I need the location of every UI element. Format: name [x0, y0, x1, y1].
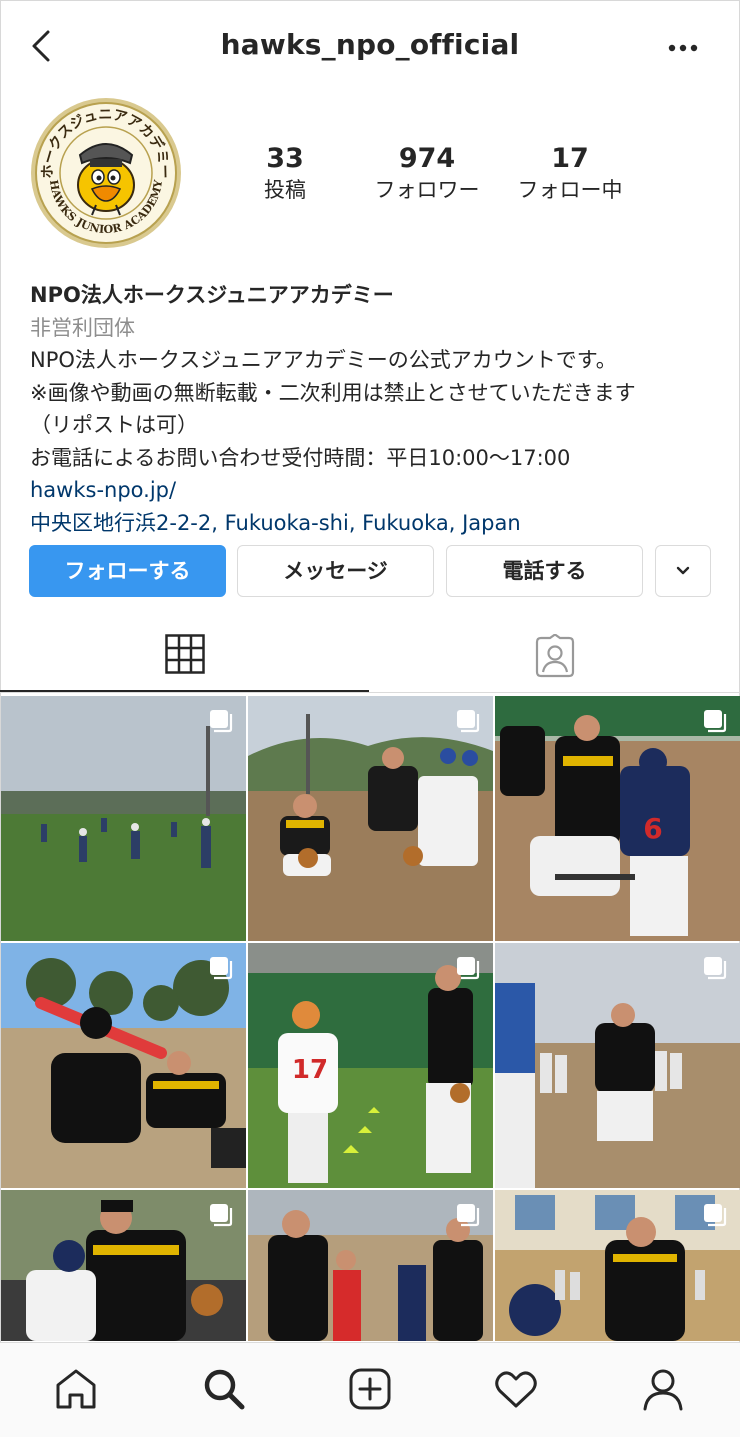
- multiple-photos-icon: [704, 710, 727, 733]
- search-icon[interactable]: [200, 1365, 248, 1413]
- tab-divider: [0, 692, 740, 693]
- address-link[interactable]: 中央区地行浜2-2-2, Fukuoka-shi, Fukuoka, Japan: [30, 507, 720, 540]
- stat-value: 974: [398, 143, 456, 174]
- tab-tagged[interactable]: [370, 612, 740, 692]
- tagged-person-icon: [535, 634, 575, 678]
- stat-label: 投稿: [264, 178, 306, 202]
- profile-username: hawks_npo_official: [220, 28, 520, 61]
- multiple-photos-icon: [210, 957, 233, 980]
- more-options-icon[interactable]: [664, 36, 704, 60]
- home-icon[interactable]: [52, 1365, 100, 1413]
- post-thumbnail[interactable]: [495, 943, 740, 1188]
- grid-icon: [164, 634, 205, 674]
- jersey-number: 6: [643, 812, 662, 845]
- post-thumbnail[interactable]: [1, 1190, 246, 1341]
- stat-posts[interactable]: 33 投稿: [220, 143, 350, 205]
- post-thumbnail[interactable]: [248, 696, 493, 941]
- chevron-down-icon: [676, 566, 690, 575]
- multiple-photos-icon: [210, 710, 233, 733]
- multiple-photos-icon: [704, 1204, 727, 1227]
- call-button[interactable]: 電話する: [446, 545, 643, 597]
- stat-value: 33: [266, 143, 304, 174]
- website-link[interactable]: hawks-npo.jp/: [30, 474, 720, 507]
- post-thumbnail[interactable]: [248, 1190, 493, 1341]
- profile-bio: NPO法人ホークスジュニアアカデミー 非営利団体 NPO法人ホークスジュニアアカ…: [30, 279, 720, 539]
- post-thumbnail[interactable]: [1, 943, 246, 1188]
- bottom-navigation: [0, 1342, 740, 1437]
- multiple-photos-icon: [457, 957, 480, 980]
- profile-icon[interactable]: [639, 1365, 687, 1413]
- multiple-photos-icon: [210, 1204, 233, 1227]
- new-post-icon[interactable]: [346, 1365, 394, 1413]
- stat-following[interactable]: 17 フォロー中: [505, 143, 635, 205]
- tab-posts-grid[interactable]: [0, 612, 369, 692]
- multiple-photos-icon: [457, 710, 480, 733]
- post-thumbnail[interactable]: [1, 696, 246, 941]
- post-thumbnail[interactable]: [495, 1190, 740, 1341]
- post-thumbnail[interactable]: 6: [495, 696, 740, 941]
- bio-line: お電話によるお問い合わせ受付時間：平日10:00〜17:00: [30, 445, 571, 470]
- follow-button[interactable]: フォローする: [29, 545, 226, 597]
- top-bar: hawks_npo_official: [0, 0, 740, 96]
- suggested-dropdown-button[interactable]: [655, 545, 711, 597]
- profile-avatar[interactable]: ホークスジュニアアカデミー HAWKS JUNIOR ACADEMY: [30, 97, 182, 249]
- post-thumbnail[interactable]: 17: [248, 943, 493, 1188]
- stat-value: 17: [551, 143, 589, 174]
- stat-followers[interactable]: 974 フォロワー: [362, 143, 492, 205]
- stat-label: フォロー中: [517, 178, 623, 202]
- stat-label: フォロワー: [374, 178, 480, 202]
- jersey-number: 17: [292, 1055, 328, 1085]
- bio-line: NPO法人ホークスジュニアアカデミーの公式アカウントです。: [30, 348, 617, 372]
- activity-heart-icon[interactable]: [492, 1365, 540, 1413]
- bio-line: （リポストは可）: [30, 413, 198, 437]
- bio-line: ※画像や動画の無断転載・二次利用は禁止とさせていただきます: [30, 380, 636, 405]
- multiple-photos-icon: [457, 1204, 480, 1227]
- profile-category: 非営利団体: [30, 315, 135, 340]
- profile-name: NPO法人ホークスジュニアアカデミー: [30, 283, 394, 307]
- message-button[interactable]: メッセージ: [237, 545, 434, 597]
- multiple-photos-icon: [704, 957, 727, 980]
